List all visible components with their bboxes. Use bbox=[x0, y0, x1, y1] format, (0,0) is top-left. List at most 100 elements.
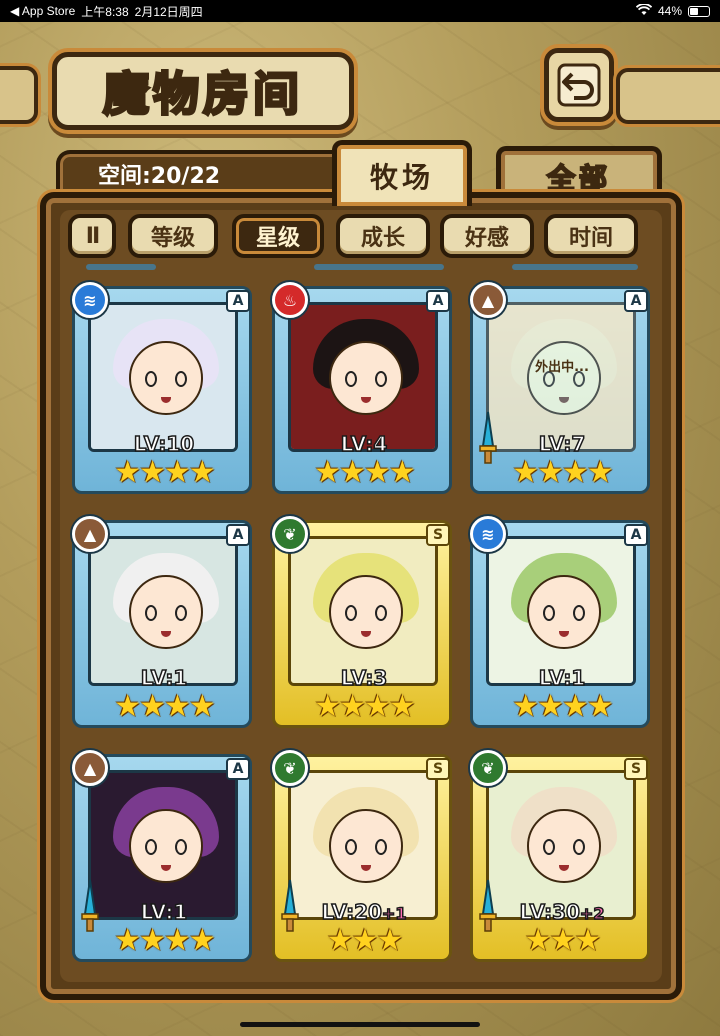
home-indicator[interactable] bbox=[240, 1022, 480, 1027]
battery-icon bbox=[688, 5, 710, 17]
monster-portrait bbox=[288, 536, 438, 686]
portrait-face bbox=[129, 809, 203, 883]
portrait-eye bbox=[375, 605, 387, 621]
portrait-face bbox=[329, 575, 403, 649]
level-value: LV:7 bbox=[538, 431, 586, 457]
monster-card[interactable]: ▲ A LV:1 ★★★★ bbox=[72, 750, 256, 964]
portrait-face bbox=[527, 341, 601, 415]
rank-badge: A bbox=[624, 524, 648, 546]
element-earth-icon: ▲ bbox=[470, 282, 506, 318]
portrait-eye bbox=[175, 371, 187, 387]
monster-card[interactable]: ❦ S LV:20+1 ★★★ bbox=[272, 750, 456, 964]
portrait-face bbox=[129, 341, 203, 415]
date: 2月12日周四 bbox=[134, 4, 203, 19]
portrait-eye bbox=[145, 371, 157, 387]
filter-time-label: 时间 bbox=[568, 226, 613, 251]
sword-icon bbox=[80, 878, 100, 934]
page-title: 魔物房间 bbox=[102, 66, 303, 123]
portrait-eye bbox=[573, 839, 585, 855]
status-label: 外出中... bbox=[535, 360, 589, 375]
level-value: LV:1 bbox=[140, 665, 188, 691]
element-earth-icon: ▲ bbox=[72, 516, 108, 552]
sword-icon bbox=[280, 878, 300, 934]
back-button[interactable] bbox=[544, 48, 614, 122]
back-app-label: App Store bbox=[21, 4, 76, 18]
title-plate: 魔物房间 bbox=[52, 52, 354, 130]
element-water-icon: ≋ bbox=[72, 282, 108, 318]
monster-portrait bbox=[486, 770, 636, 920]
return-arrow-icon bbox=[557, 63, 601, 107]
rank-badge: S bbox=[624, 758, 648, 780]
element-earth-icon: ▲ bbox=[72, 750, 108, 786]
sort-order-icon: Ⅱ bbox=[85, 223, 100, 249]
rank-badge: S bbox=[426, 758, 450, 780]
star-rating: ★★★★ bbox=[114, 689, 216, 724]
level-label: LV:4 bbox=[272, 431, 456, 457]
rank-badge: A bbox=[226, 290, 250, 312]
level-bonus: +1 bbox=[381, 903, 407, 924]
portrait-eye bbox=[145, 605, 157, 621]
monster-card[interactable]: ≋ A LV:10 ★★★★ bbox=[72, 282, 256, 496]
monster-card[interactable]: ▲ A LV:1 ★★★★ bbox=[72, 516, 256, 730]
portrait-eye bbox=[375, 371, 387, 387]
portrait-face bbox=[527, 809, 601, 883]
portrait-eye bbox=[145, 839, 157, 855]
filter-star-button[interactable]: 星级 bbox=[232, 214, 324, 258]
portrait-eye bbox=[345, 839, 357, 855]
portrait-eye bbox=[345, 605, 357, 621]
space-label: 空间:20/22 bbox=[98, 164, 221, 189]
element-wood-icon: ❦ bbox=[470, 750, 506, 786]
rank-badge: A bbox=[624, 290, 648, 312]
portrait-eye bbox=[175, 605, 187, 621]
filter-divider bbox=[70, 264, 650, 272]
portrait-eye bbox=[345, 371, 357, 387]
monster-card[interactable]: ≋ A LV:1 ★★★★ bbox=[470, 516, 654, 730]
filter-level-button[interactable]: 等级 bbox=[128, 214, 218, 258]
monster-portrait bbox=[88, 770, 238, 920]
level-value: LV:3 bbox=[340, 665, 388, 691]
filter-growth-button[interactable]: 成长 bbox=[336, 214, 430, 258]
rank-badge: A bbox=[226, 524, 250, 546]
rank-badge: A bbox=[426, 290, 450, 312]
monster-card[interactable]: ❦ S LV:3 ★★★★ bbox=[272, 516, 456, 730]
filter-affection-button[interactable]: 好感 bbox=[440, 214, 534, 258]
monster-portrait bbox=[486, 536, 636, 686]
portrait-eye bbox=[543, 605, 555, 621]
element-water-icon: ≋ bbox=[470, 516, 506, 552]
space-capacity: 空间:20/22 bbox=[56, 150, 346, 194]
portrait-face bbox=[129, 575, 203, 649]
portrait-eye bbox=[573, 605, 585, 621]
filter-affection-label: 好感 bbox=[464, 226, 509, 251]
level-label: LV:10 bbox=[72, 431, 256, 457]
level-bonus: +2 bbox=[579, 903, 605, 924]
monster-portrait bbox=[288, 302, 438, 452]
star-rating: ★★★★ bbox=[114, 455, 216, 490]
filter-time-button[interactable]: 时间 bbox=[544, 214, 638, 258]
level-value: LV:30 bbox=[519, 899, 581, 925]
level-value: LV:10 bbox=[133, 431, 195, 457]
portrait-face bbox=[329, 341, 403, 415]
monster-card[interactable]: ❦ S LV:30+2 ★★★ bbox=[470, 750, 654, 964]
star-rating: ★★★★ bbox=[314, 689, 416, 724]
star-rating: ★★★★ bbox=[314, 455, 416, 490]
element-fire-icon: ♨ bbox=[272, 282, 308, 318]
sort-order-button[interactable]: Ⅱ bbox=[68, 214, 116, 258]
monster-card[interactable]: 外出中... ▲ A LV:7 ★★★★ bbox=[470, 282, 654, 496]
element-wood-icon: ❦ bbox=[272, 516, 308, 552]
time: 上午8:38 bbox=[81, 4, 129, 19]
tab-all-label: 全部 bbox=[546, 161, 611, 196]
back-to-app-link[interactable]: ◀ App Store bbox=[10, 4, 75, 18]
level-value: LV:20 bbox=[321, 899, 383, 925]
tab-ranch-label: 牧场 bbox=[369, 160, 434, 194]
status-bar: ◀ App Store 上午8:38 2月12日周四 44% bbox=[0, 0, 720, 22]
rank-badge: S bbox=[426, 524, 450, 546]
tab-ranch[interactable]: 牧场 bbox=[332, 140, 472, 206]
element-wood-icon: ❦ bbox=[272, 750, 308, 786]
monster-card[interactable]: ♨ A LV:4 ★★★★ bbox=[272, 282, 456, 496]
monster-portrait bbox=[88, 536, 238, 686]
portrait-eye bbox=[375, 839, 387, 855]
star-rating: ★★★★ bbox=[512, 689, 614, 724]
header-right-ornament bbox=[616, 68, 720, 124]
portrait-eye bbox=[543, 839, 555, 855]
monster-portrait bbox=[288, 770, 438, 920]
